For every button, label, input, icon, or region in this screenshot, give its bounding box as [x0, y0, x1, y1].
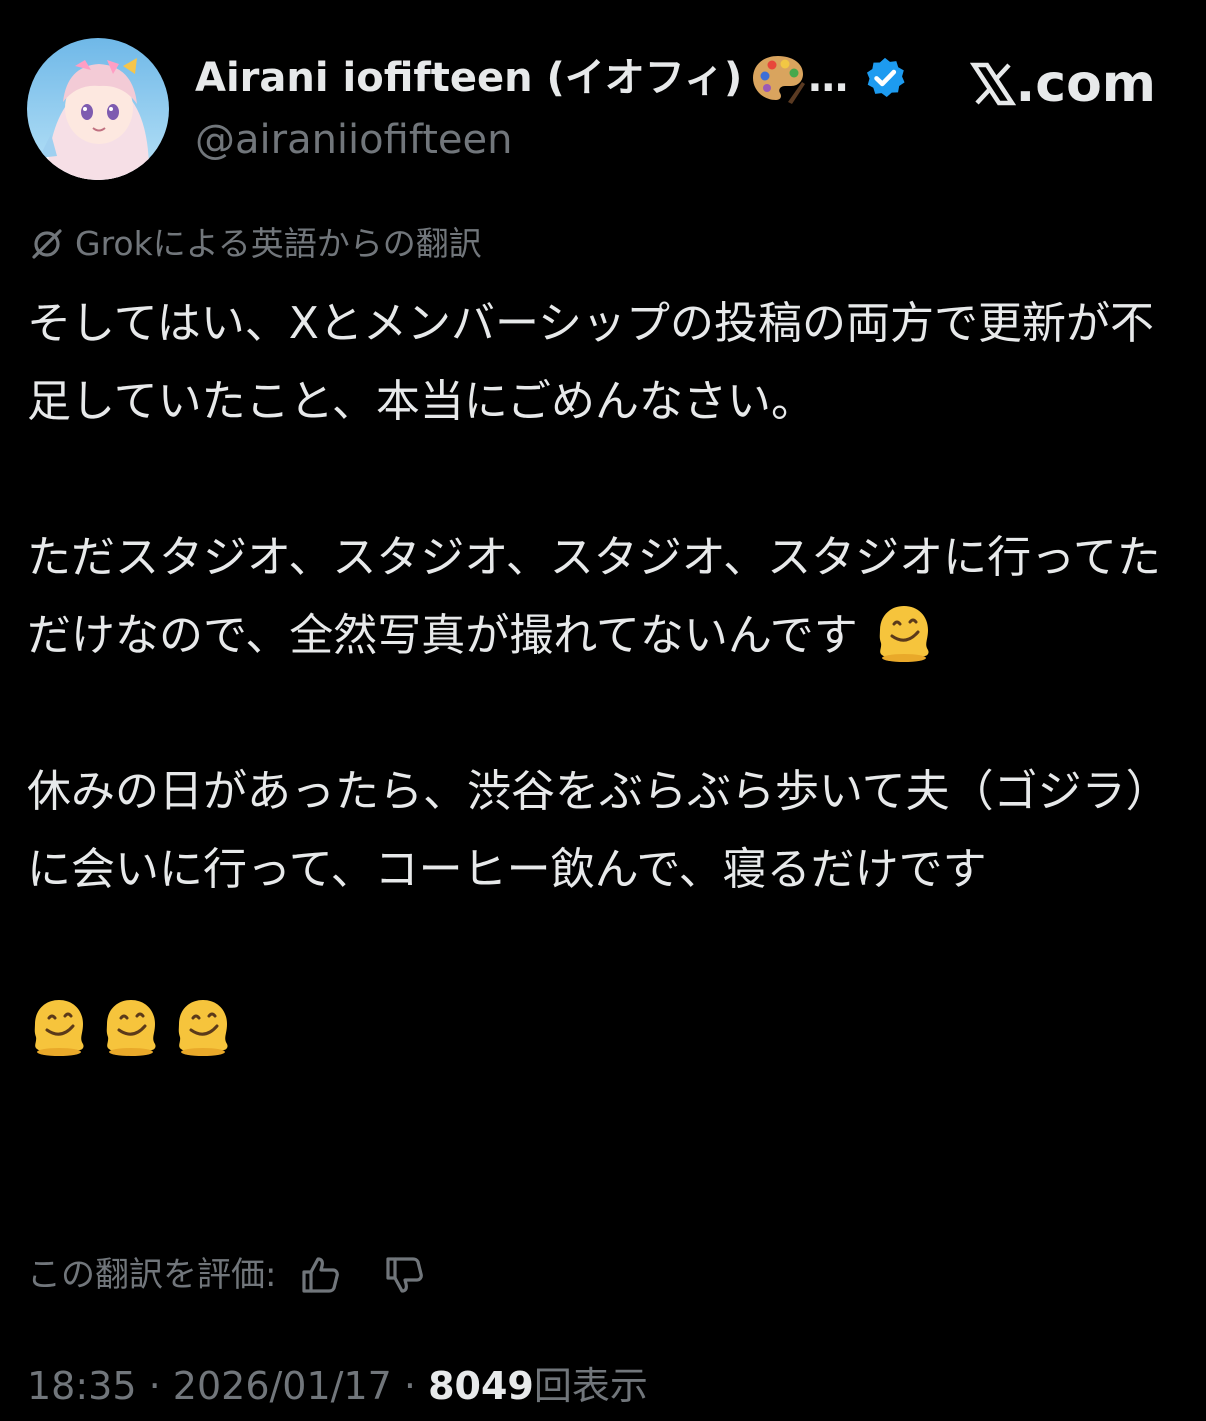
post-date[interactable]: 2026/01/17 — [173, 1364, 392, 1408]
post-card: Airani iofifteen (イオフィ) … @airaniiofifte… — [0, 0, 1206, 1421]
views-label: 回表示 — [533, 1364, 648, 1408]
thumbs-up-icon[interactable] — [298, 1253, 342, 1297]
post-paragraph-2: ただスタジオ、スタジオ、スタジオ、スタジオに行ってただけなので、全然写真が撮れて… — [27, 519, 1182, 675]
translation-notice: Grokによる英語からの翻訳 — [27, 220, 482, 268]
melting-face-icon — [106, 1000, 156, 1056]
author-name-row[interactable]: Airani iofifteen (イオフィ) … — [195, 50, 908, 106]
brand-logo: .com — [969, 52, 1157, 116]
name-ellipsis: … — [808, 55, 849, 101]
post-meta: 18:35 · 2026/01/17 · 8049回表示 — [27, 1358, 648, 1414]
thumbs-down-icon[interactable] — [382, 1253, 426, 1297]
post-text: そしてはい、Xとメンバーシップの投稿の両方で更新が不足していたこと、本当にごめん… — [27, 285, 1182, 1065]
post-paragraph-1: そしてはい、Xとメンバーシップの投稿の両方で更新が不足していたこと、本当にごめん… — [27, 298, 1155, 427]
grok-icon — [32, 229, 62, 259]
views-count: 8049 — [428, 1364, 534, 1408]
artist-palette-icon — [750, 52, 806, 104]
avatar[interactable] — [27, 38, 169, 180]
avatar-image — [27, 38, 169, 180]
x-logo-icon — [969, 62, 1016, 106]
rating-label: この翻訳を評価: — [27, 1255, 277, 1295]
verified-badge-icon — [862, 55, 908, 101]
post-paragraph-2-text: ただスタジオ、スタジオ、スタジオ、スタジオに行ってただけなので、全然写真が撮れて… — [27, 532, 1161, 661]
meta-separator: · — [403, 1364, 417, 1408]
post-paragraph-3: 休みの日があったら、渋谷をぶらぶら歩いて夫（ゴジラ）に会いに行って、コーヒー飲ん… — [27, 766, 1170, 895]
display-name[interactable]: Airani iofifteen (イオフィ) — [195, 50, 742, 106]
translation-notice-text: Grokによる英語からの翻訳 — [75, 224, 482, 263]
emoji-row — [27, 987, 1182, 1065]
author-handle[interactable]: @airaniiofifteen — [195, 112, 512, 168]
post-time[interactable]: 18:35 — [27, 1364, 137, 1408]
brand-text: .com — [1015, 54, 1157, 114]
melting-face-icon — [34, 1000, 84, 1056]
melting-face-icon — [178, 1000, 228, 1056]
melting-face-icon — [879, 606, 929, 662]
meta-separator: · — [148, 1364, 161, 1408]
translation-rating: この翻訳を評価: — [27, 1250, 426, 1300]
